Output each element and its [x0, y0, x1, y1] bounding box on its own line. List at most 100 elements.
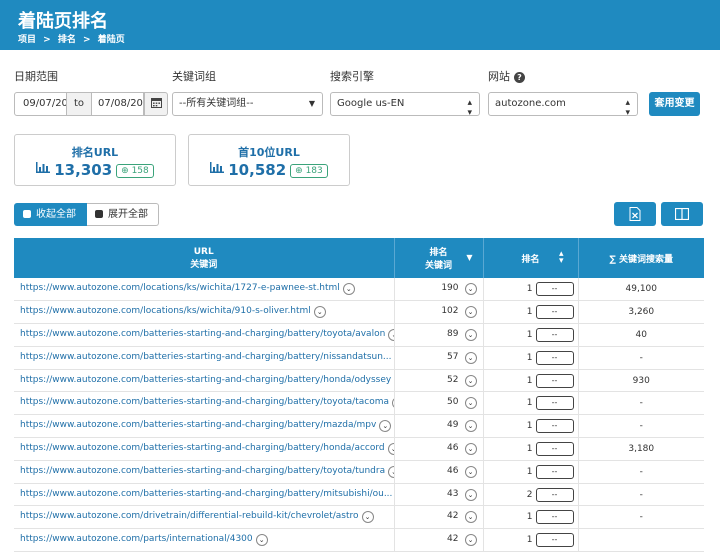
table-row: https://www.autozone.com/parts/internati…: [14, 528, 704, 552]
search-engine-value: Google us-EN: [337, 98, 405, 109]
url-link[interactable]: https://www.autozone.com/locations/ks/wi…: [20, 283, 340, 293]
rank-cell: 1 --: [483, 278, 579, 302]
card-title: 首10位URL: [238, 146, 300, 159]
rank-cell: 1 --: [483, 414, 579, 439]
rank-value: 1: [526, 398, 533, 409]
chevron-down-icon[interactable]: ⌄: [464, 534, 477, 547]
rank-value: 1: [526, 329, 533, 340]
delta-value: 183: [305, 166, 323, 176]
rank-value: 1: [526, 352, 533, 363]
breadcrumb-projects[interactable]: 项目: [18, 35, 36, 45]
chevron-down-icon[interactable]: ⌄: [464, 397, 477, 410]
chevron-down-icon[interactable]: ⌄: [342, 283, 355, 296]
column-header-url[interactable]: URL 关键词: [14, 238, 395, 278]
date-to-label: to: [67, 92, 91, 116]
columns-toggle-button[interactable]: [661, 202, 703, 226]
date-to-input[interactable]: 07/08/20: [91, 92, 144, 116]
ranked-keywords-cell: 43 ⌄: [394, 483, 484, 507]
url-link[interactable]: https://www.autozone.com/batteries-start…: [20, 397, 389, 407]
url-link[interactable]: https://www.autozone.com/batteries-start…: [20, 466, 385, 476]
chevron-down-icon[interactable]: ⌄: [464, 420, 477, 433]
rank-value: 1: [526, 535, 533, 546]
column-header-ranked-keywords[interactable]: 排名 关键词 ▼: [394, 238, 484, 278]
search-volume-cell: 49,100: [578, 278, 704, 302]
rank-change-box: --: [535, 419, 574, 434]
search-volume-cell: -: [578, 505, 704, 530]
card-value: 13,303: [54, 161, 113, 179]
url-link[interactable]: https://www.autozone.com/locations/ks/wi…: [20, 306, 311, 316]
chevron-down-icon[interactable]: ⌄: [464, 511, 477, 524]
chevron-down-icon[interactable]: ⌄: [464, 328, 477, 341]
up-arrow-icon: ⊕: [295, 166, 303, 176]
chevron-down-icon[interactable]: ⌄: [464, 283, 477, 296]
collapse-all-label: 收起全部: [36, 209, 76, 220]
minus-square-icon: [23, 210, 31, 218]
column-header-rank[interactable]: 排名 ▴ ▾: [483, 238, 579, 278]
breadcrumb-rankings[interactable]: 排名: [58, 35, 76, 45]
chevron-down-icon[interactable]: ⌄: [388, 465, 393, 478]
ranked-keywords-cell: 57 ⌄: [394, 346, 484, 370]
chevron-down-icon[interactable]: ⌄: [464, 351, 477, 364]
ranked-keywords-cell: 46 ⌄: [394, 460, 484, 484]
chevron-down-icon[interactable]: ⌄: [388, 328, 393, 341]
url-link[interactable]: https://www.autozone.com/drivetrain/diff…: [20, 511, 359, 521]
columns-icon: [674, 207, 690, 221]
caret-down-icon: ▼: [308, 99, 315, 108]
chevron-down-icon[interactable]: ⌄: [464, 306, 477, 319]
calendar-button[interactable]: [144, 92, 168, 116]
ranked-keywords-cell: 190 ⌄: [394, 278, 484, 302]
rank-change-box: --: [535, 350, 574, 365]
date-from-input[interactable]: 09/07/20: [14, 92, 67, 116]
chevron-down-icon[interactable]: ⌄: [464, 374, 477, 387]
url-link[interactable]: https://www.autozone.com/batteries-start…: [20, 352, 392, 362]
url-link[interactable]: https://www.autozone.com/batteries-start…: [20, 489, 392, 499]
sort-desc-icon: ▼: [466, 253, 473, 262]
url-link[interactable]: https://www.autozone.com/batteries-start…: [20, 329, 385, 339]
chevron-down-icon[interactable]: ⌄: [361, 511, 374, 524]
ranked-keywords-cell: 52 ⌄: [394, 369, 484, 393]
breadcrumb-separator: >: [83, 35, 91, 45]
collapse-all-button[interactable]: 收起全部: [14, 203, 87, 226]
keyword-group-value: --所有关键词组--: [179, 98, 254, 109]
chevron-down-icon[interactable]: ⌄: [464, 488, 477, 501]
chevron-down-icon[interactable]: ⌄: [379, 420, 392, 433]
expand-all-button[interactable]: 展开全部: [87, 203, 159, 226]
header-rank-label: 排名: [521, 254, 540, 265]
rank-cell: 1 --: [483, 505, 579, 530]
url-link[interactable]: https://www.autozone.com/batteries-start…: [20, 443, 385, 453]
chevron-down-icon[interactable]: ⌄: [313, 306, 326, 319]
chevron-down-icon[interactable]: ⌄: [464, 442, 477, 455]
table-header-row: URL 关键词 排名 关键词 ▼ 排名 ▴ ▾ ∑ 关键词搜索量: [14, 238, 704, 278]
website-select[interactable]: autozone.com ▴ ▾: [488, 92, 638, 116]
rank-cell: 2 --: [483, 483, 579, 507]
ranked-keywords-cell: 42 ⌄: [394, 528, 484, 552]
column-header-search-volume[interactable]: ∑ 关键词搜索量: [578, 238, 704, 278]
top10-urls-card: 首10位URL 10,582 ⊕ 183: [188, 134, 350, 186]
table-row: https://www.autozone.com/batteries-start…: [14, 483, 704, 507]
url-link[interactable]: https://www.autozone.com/parts/internati…: [20, 534, 253, 544]
ranked-keywords-cell: 102 ⌄: [394, 300, 484, 325]
url-cell: https://www.autozone.com/batteries-start…: [14, 483, 395, 507]
url-link[interactable]: https://www.autozone.com/batteries-start…: [20, 375, 391, 385]
chevron-down-icon[interactable]: ⌄: [255, 534, 268, 547]
breadcrumb-landing-pages: 着陆页: [97, 35, 125, 45]
search-engine-label: 搜索引擎: [330, 70, 374, 83]
ranking-urls-card: 排名URL 13,303 ⊕ 158: [14, 134, 176, 186]
apply-changes-button[interactable]: 套用变更: [649, 92, 700, 116]
export-excel-button[interactable]: [614, 202, 656, 226]
ranked-keywords-cell: 89 ⌄: [394, 323, 484, 347]
search-engine-select[interactable]: Google us-EN ▴ ▾: [330, 92, 480, 116]
help-icon[interactable]: ?: [514, 72, 525, 83]
ranked-keywords-cell: 42 ⌄: [394, 505, 484, 530]
website-value: autozone.com: [495, 98, 566, 109]
chevron-down-icon[interactable]: ⌄: [387, 442, 393, 455]
rank-cell: 1 --: [483, 528, 579, 552]
search-volume-cell: 3,260: [578, 300, 704, 325]
delta-badge: ⊕ 158: [116, 164, 154, 178]
ranked-keywords-value: 89: [447, 328, 459, 339]
url-link[interactable]: https://www.autozone.com/batteries-start…: [20, 420, 376, 430]
ranked-keywords-value: 46: [447, 442, 459, 453]
chevron-down-icon[interactable]: ⌄: [464, 465, 477, 478]
keyword-group-select[interactable]: --所有关键词组-- ▼: [172, 92, 323, 116]
rank-change-box: --: [535, 327, 574, 342]
